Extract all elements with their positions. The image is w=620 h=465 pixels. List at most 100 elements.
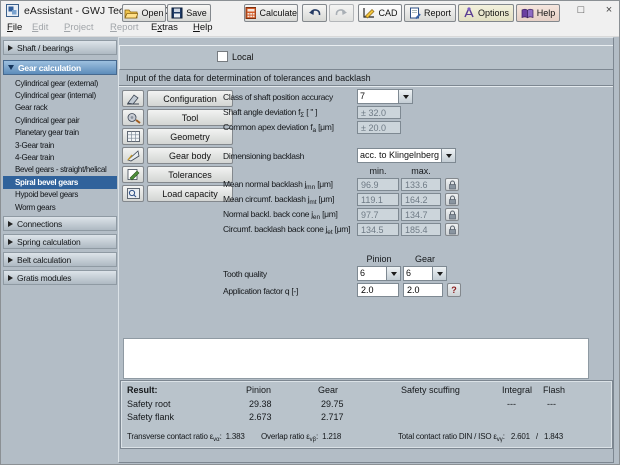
menu-text: dit	[38, 22, 49, 33]
circumf-backlash-back-cone-label: Circumf. backlash back cone jet [μm]	[223, 224, 350, 236]
save-button[interactable]: Save	[167, 4, 211, 22]
dropdown-button[interactable]	[386, 267, 400, 280]
lock-button[interactable]	[445, 193, 459, 206]
dropdown-button[interactable]	[441, 149, 455, 162]
tolerances-icon	[127, 169, 139, 181]
options-tool-icon	[464, 7, 474, 18]
dimensioning-backlash-dropdown[interactable]: acc. to Klingelnberg	[357, 148, 456, 163]
sidebar-item-cylindrical-gear-pair[interactable]: Cylindrical gear pair	[3, 114, 117, 126]
shaft-angle-label: Shaft angle deviation fΣ[ " ]	[223, 107, 318, 119]
label-sub: en	[312, 214, 321, 221]
section-label: Belt calculation	[17, 254, 71, 265]
ratio-text: Overlap ratio ε	[261, 432, 310, 441]
tolerances-icon-button[interactable]	[122, 166, 144, 183]
configuration-button[interactable]: Configuration	[147, 90, 233, 107]
button-label: Open	[141, 8, 164, 18]
label-sub: et	[327, 229, 333, 236]
mean-circumf-backlash-label: Mean circumf. backlash jmt [μm]	[223, 194, 334, 206]
dropdown-button[interactable]	[432, 267, 446, 280]
button-label: CAD	[378, 8, 398, 18]
gear-body-button[interactable]: Gear body	[147, 147, 233, 164]
cad-button[interactable]: CAD	[358, 4, 402, 22]
collapsed-triangle-icon	[8, 274, 13, 281]
safety-root-label: Safety root	[127, 399, 171, 409]
tooth-quality-pinion-dropdown[interactable]: 6	[357, 266, 401, 281]
tool-icon-button[interactable]	[122, 109, 144, 126]
sidebar-section-spring-calculation[interactable]: Spring calculation	[3, 234, 117, 249]
geometry-button[interactable]: Geometry	[147, 128, 233, 145]
undo-arrow-icon	[309, 8, 321, 15]
menu-item-report: Report	[110, 22, 139, 33]
chevron-down-icon	[390, 271, 397, 276]
undo-button[interactable]	[302, 4, 327, 22]
result-pinion-header: Pinion	[246, 385, 272, 395]
local-checkbox-label: Local	[232, 52, 254, 62]
open-button[interactable]: Open	[122, 4, 166, 22]
sidebar-section-belt-calculation[interactable]: Belt calculation	[3, 252, 117, 267]
accuracy-dropdown[interactable]: 7	[357, 89, 413, 104]
maximize-button[interactable]: □	[571, 2, 591, 18]
close-button[interactable]: ×	[599, 2, 619, 18]
sidebar-item-worm-gears[interactable]: Worm gears	[3, 201, 117, 213]
sidebar-section-shaft-bearings[interactable]: Shaft / bearings	[3, 40, 117, 55]
menu-text: roject	[70, 22, 94, 33]
calculator-icon	[245, 7, 257, 19]
circumf-backlash-back-cone-max-field: 185.4	[401, 223, 441, 236]
application-factor-help-button[interactable]: ?	[447, 283, 461, 297]
tolerances-button[interactable]: Tolerances	[147, 166, 233, 183]
infobar-text: Input of the data for determination of t…	[126, 73, 371, 83]
mean-circumf-backlash-max-field: 164.2	[401, 193, 441, 206]
ratio-text: Total contact ratio DIN / ISO ε	[398, 432, 497, 441]
menu-item-help[interactable]: Help	[193, 22, 213, 33]
tooth-quality-label: Tooth quality	[223, 269, 267, 279]
tool-button[interactable]: Tool	[147, 109, 233, 126]
sidebar-item-spiral-bevel-gears[interactable]: Spiral bevel gears	[3, 176, 117, 189]
local-checkbox[interactable]	[217, 51, 228, 62]
collapsed-triangle-icon	[8, 44, 13, 51]
sidebar-item-hypoid-bevel-gears[interactable]: Hypoid bevel gears	[3, 189, 117, 201]
sidebar-item-cylindrical-gear-internal[interactable]: Cylindrical gear (internal)	[3, 89, 117, 101]
overlap-ratio: Overlap ratio εvβ: 1.218	[261, 432, 341, 443]
lock-button[interactable]	[445, 223, 459, 236]
application-factor-gear-input[interactable]	[403, 283, 443, 297]
menu-item-extras[interactable]: Extras	[151, 22, 178, 33]
load-capacity-button[interactable]: Load capacity	[147, 185, 233, 202]
mean-normal-backlash-min-field: 96.9	[357, 178, 399, 191]
help-button[interactable]: Help	[516, 4, 560, 22]
menu-item-file[interactable]: File	[7, 22, 22, 33]
total-contact-ratio: Total contact ratio DIN / ISO εvγ: 2.601…	[398, 432, 563, 443]
menu-key: H	[193, 22, 200, 33]
tooth-quality-gear-dropdown[interactable]: 6	[403, 266, 447, 281]
calculate-button[interactable]: Calculate	[244, 4, 298, 22]
options-button[interactable]: Options	[458, 4, 514, 22]
sidebar-item-cylindrical-gear-external[interactable]: Cylindrical gear (external)	[3, 77, 117, 89]
label-text: Shaft angle deviation f	[223, 107, 301, 117]
section-label: Gratis modules	[17, 272, 72, 283]
geometry-icon-button[interactable]	[122, 128, 144, 145]
load-capacity-icon-button[interactable]	[122, 185, 144, 202]
scuffing-flash-value: ---	[547, 399, 556, 409]
sidebar-section-gear-calculation[interactable]: Gear calculation	[3, 60, 117, 75]
application-factor-pinion-input[interactable]	[357, 283, 399, 297]
sidebar-item-planetary-gear-train[interactable]: Planetary gear train	[3, 127, 117, 139]
sidebar-section-connections[interactable]: Connections	[3, 216, 117, 231]
result-scuffing-header: Safety scuffing	[401, 385, 460, 395]
lock-button[interactable]	[445, 178, 459, 191]
ratio-value: : 1.383	[219, 432, 245, 441]
label-sub: mt	[309, 199, 317, 206]
sidebar-item-4-gear-train[interactable]: 4-Gear train	[3, 151, 117, 163]
sidebar-section-gratis-modules[interactable]: Gratis modules	[3, 270, 117, 285]
dropdown-button[interactable]	[398, 90, 412, 103]
collapsed-triangle-icon	[8, 256, 13, 263]
report-button[interactable]: Report	[404, 4, 456, 22]
lock-button[interactable]	[445, 208, 459, 221]
sidebar-item-bevel-gears[interactable]: Bevel gears - straight/helical	[3, 164, 117, 176]
menu-item-edit: Edit	[32, 22, 48, 33]
infobar-divider	[119, 85, 613, 87]
gear-body-icon-button[interactable]	[122, 147, 144, 164]
configuration-icon-button[interactable]	[122, 90, 144, 107]
menu-text: eport	[116, 22, 139, 33]
sidebar-item-gear-rack[interactable]: Gear rack	[3, 102, 117, 114]
sidebar-item-3-gear-train[interactable]: 3-Gear train	[3, 139, 117, 151]
tool-icon	[127, 113, 141, 124]
